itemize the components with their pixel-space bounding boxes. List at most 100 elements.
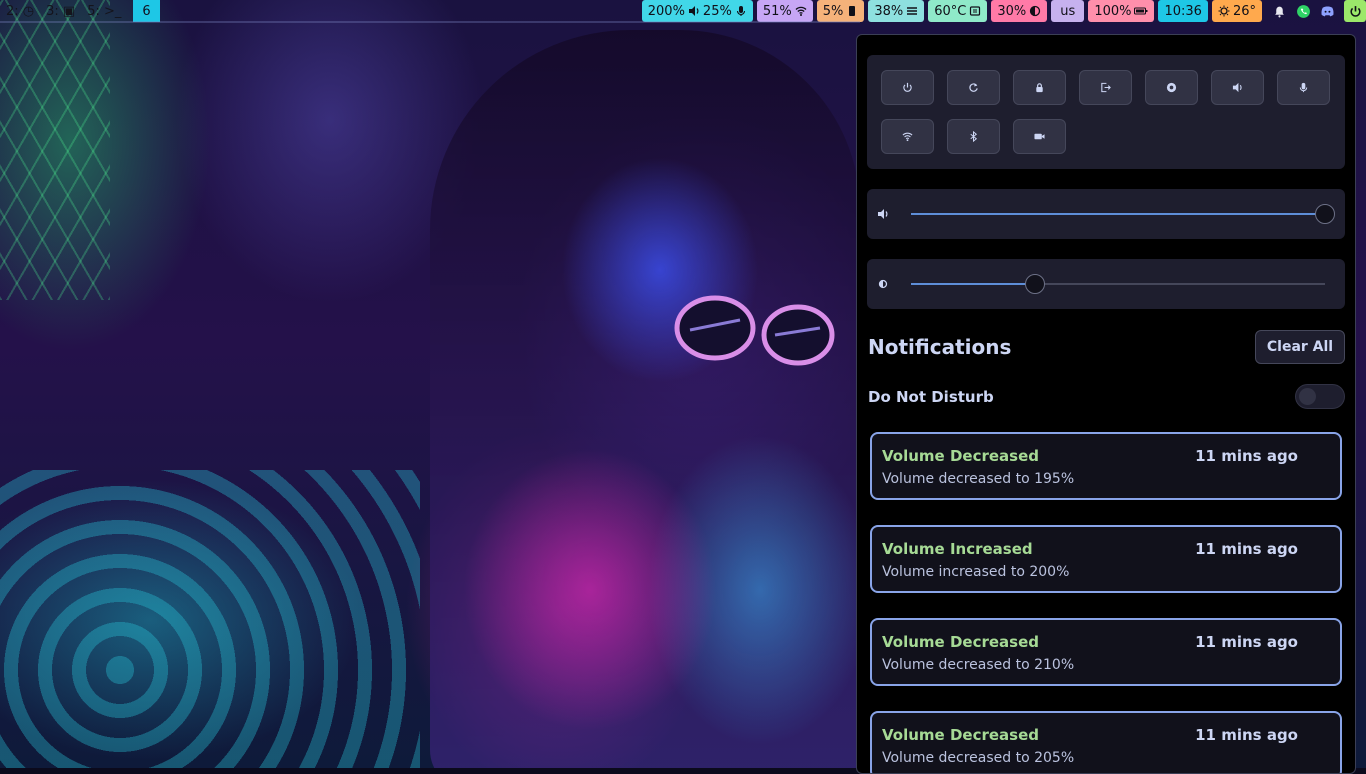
speaker-volume-value: 200% [647, 3, 685, 19]
cpu-module[interactable]: 5% [816, 0, 865, 22]
brightness-slider-box [867, 259, 1345, 309]
temperature-module[interactable]: 60°C [928, 0, 988, 22]
power-off-button[interactable] [881, 70, 934, 105]
wallpaper-neon-grid [0, 0, 110, 300]
power-icon [1349, 5, 1361, 17]
notification-card[interactable]: Volume Decreased 11 mins ago Volume decr… [870, 711, 1342, 773]
lock-button[interactable] [1013, 70, 1066, 105]
temperature-value: 60°C [934, 3, 967, 19]
status-modules: 200% 25% 51% 5% 38% 60°C 30% us 100% 10:… [641, 0, 1366, 22]
camera-icon [1034, 133, 1045, 140]
volume-slider-fill [911, 213, 1325, 215]
notification-time: 11 mins ago [1195, 540, 1298, 558]
wallpaper-waves [0, 470, 420, 768]
notification-card[interactable]: Volume Decreased 11 mins ago Volume decr… [870, 432, 1342, 500]
memory-usage-value: 38% [874, 3, 904, 19]
top-bar: 2: ◷ 3: ▣ 5: >_ 6 200% 25% 51% 5% 38% 60… [0, 0, 1366, 23]
system-tray [1266, 2, 1340, 20]
dnd-label: Do Not Disturb [868, 388, 994, 406]
battery-icon [1134, 7, 1148, 15]
bell-icon[interactable] [1270, 2, 1288, 20]
quick-settings-grid [881, 70, 1330, 154]
speaker-toggle-button[interactable] [1211, 70, 1264, 105]
weather-temperature-value: 26° [1232, 3, 1256, 19]
notification-title: Volume Increased [882, 540, 1033, 558]
battery-value: 100% [1094, 3, 1132, 19]
speaker-icon [688, 6, 699, 16]
notification-card[interactable]: Volume Decreased 11 mins ago Volume decr… [870, 618, 1342, 686]
notification-time: 11 mins ago [1195, 726, 1298, 744]
reboot-button[interactable] [947, 70, 1000, 105]
brightness-slider-fill [911, 283, 1036, 285]
notification-card[interactable]: Volume Increased 11 mins ago Volume incr… [870, 525, 1342, 593]
power-button[interactable] [1344, 0, 1366, 22]
thermometer-icon [970, 6, 981, 16]
notification-body: Volume decreased to 195% [882, 471, 1075, 487]
network-module[interactable]: 51% [756, 0, 813, 22]
dnd-toggle-knob [1299, 388, 1316, 405]
clear-all-button[interactable]: Clear All [1255, 330, 1345, 364]
notification-body: Volume decreased to 210% [882, 657, 1075, 673]
lock-icon [1036, 83, 1043, 93]
weather-module[interactable]: 26° [1211, 0, 1262, 22]
backlight-value: 30% [997, 3, 1027, 19]
notification-time: 11 mins ago [1195, 633, 1298, 651]
workspace-2[interactable]: 2: ◷ [0, 0, 40, 22]
notification-body: Volume increased to 200% [882, 564, 1070, 580]
sun-icon [1218, 5, 1230, 17]
memory-icon [907, 7, 918, 15]
wallpaper-glasses [674, 295, 835, 366]
workspace-5[interactable]: 5: >_ [81, 0, 127, 22]
cpu-icon [849, 6, 856, 16]
notification-title: Volume Decreased [882, 726, 1039, 744]
network-signal-value: 51% [762, 3, 792, 19]
microphone-toggle-button[interactable] [1277, 70, 1330, 105]
discord-icon[interactable] [1318, 2, 1336, 20]
cpu-usage-value: 5% [822, 3, 844, 19]
memory-module[interactable]: 38% [868, 0, 925, 22]
screen-record-button[interactable] [1145, 70, 1198, 105]
mic-volume-value: 25% [702, 3, 732, 19]
brightness-slider[interactable] [911, 274, 1325, 294]
notification-time: 11 mins ago [1195, 447, 1298, 465]
volume-slider-knob[interactable] [1315, 204, 1335, 224]
speaker-icon [1232, 82, 1242, 93]
topbar-divider [0, 21, 860, 23]
wifi-toggle-button[interactable] [881, 119, 934, 154]
control-center-panel: Notifications Clear All Do Not Disturb V… [856, 34, 1356, 774]
wifi-icon [902, 132, 913, 142]
quick-settings [867, 55, 1345, 169]
bluetooth-icon [970, 131, 978, 142]
workspace-6-active[interactable]: 6 [133, 0, 160, 22]
logout-button[interactable] [1079, 70, 1132, 105]
record-icon [1166, 82, 1177, 93]
clock-module[interactable]: 10:36 [1158, 0, 1208, 22]
notifications-heading: Notifications [868, 335, 1012, 359]
notification-title: Volume Decreased [882, 633, 1039, 651]
speaker-icon [878, 209, 888, 219]
camera-toggle-button[interactable] [1013, 119, 1066, 154]
workspace-switcher: 2: ◷ 3: ▣ 5: >_ 6 [0, 0, 160, 22]
backlight-module[interactable]: 30% [991, 0, 1048, 22]
battery-module[interactable]: 100% [1088, 0, 1155, 22]
power-icon [903, 82, 912, 92]
volume-slider-box [867, 189, 1345, 239]
wallpaper-figure [430, 30, 860, 768]
workspace-3[interactable]: 3: ▣ [40, 0, 81, 22]
contrast-icon [1030, 5, 1041, 17]
microphone-icon [736, 6, 745, 16]
brightness-icon [878, 279, 888, 289]
audio-module[interactable]: 200% 25% [641, 0, 753, 22]
keyboard-layout-module[interactable]: us [1051, 0, 1085, 22]
whatsapp-icon[interactable] [1294, 2, 1312, 20]
microphone-icon [1299, 82, 1308, 93]
logout-icon [1101, 82, 1111, 93]
wifi-icon [795, 6, 807, 16]
brightness-slider-knob[interactable] [1025, 274, 1046, 294]
notification-body: Volume decreased to 205% [882, 750, 1075, 766]
dnd-toggle[interactable] [1295, 384, 1345, 409]
volume-slider[interactable] [911, 204, 1335, 224]
reboot-icon [969, 83, 978, 92]
bluetooth-toggle-button[interactable] [947, 119, 1000, 154]
notification-title: Volume Decreased [882, 447, 1039, 465]
